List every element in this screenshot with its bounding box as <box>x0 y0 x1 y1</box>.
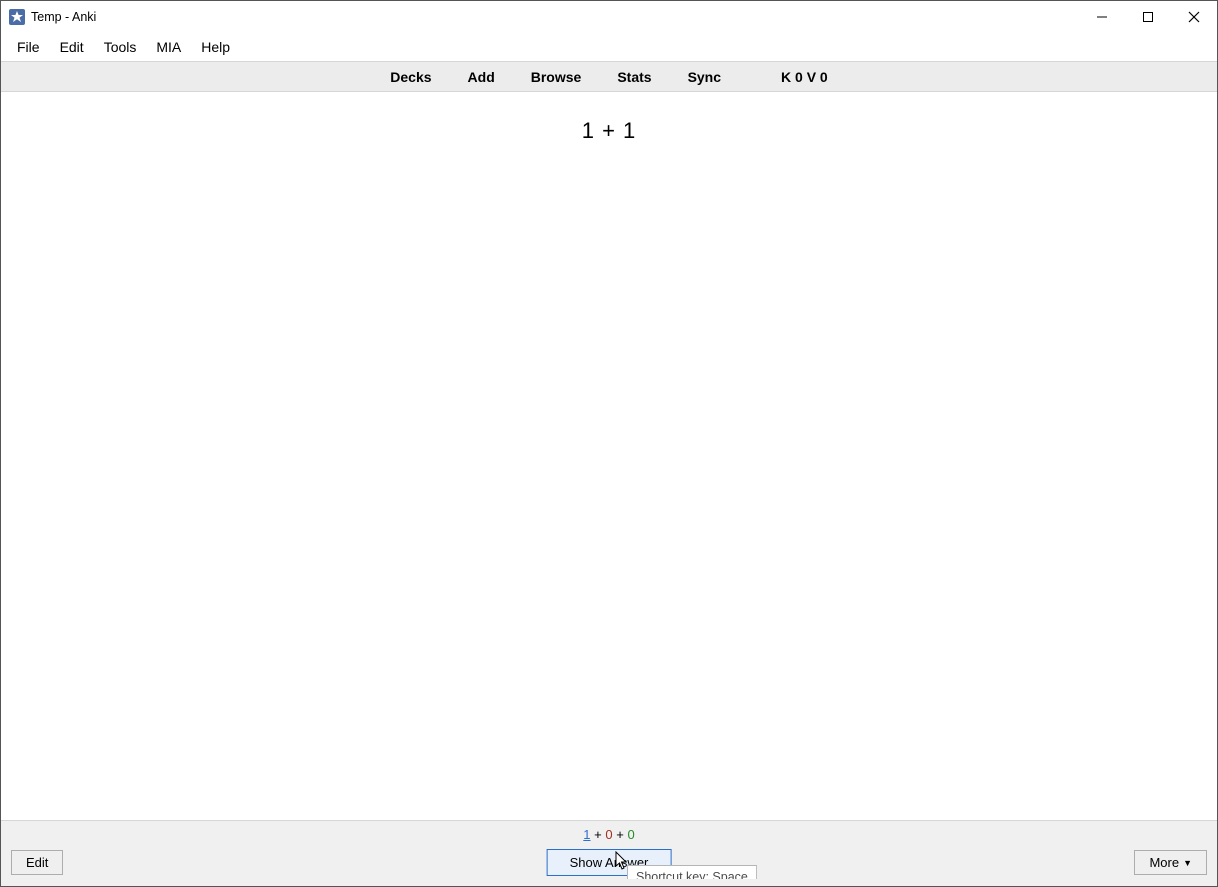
count-sep-2: + <box>616 827 624 842</box>
menubar: File Edit Tools MIA Help <box>1 33 1217 61</box>
menu-tools[interactable]: Tools <box>96 35 145 59</box>
more-button[interactable]: More ▼ <box>1134 850 1207 875</box>
count-new: 1 <box>583 827 590 842</box>
edit-button[interactable]: Edit <box>11 850 63 875</box>
bottom-panel: 1 + 0 + 0 Edit Show Answer More▼ <box>1 820 1217 886</box>
window-title: Temp - Anki <box>31 10 96 24</box>
close-button[interactable] <box>1171 1 1217 33</box>
app-icon <box>9 9 25 25</box>
toolbar-sync[interactable]: Sync <box>688 69 721 85</box>
menu-edit[interactable]: Edit <box>52 35 92 59</box>
count-review: 0 <box>627 827 634 842</box>
maximize-button[interactable] <box>1125 1 1171 33</box>
window-controls <box>1079 1 1217 33</box>
menu-file[interactable]: File <box>9 35 48 59</box>
toolbar-status: K 0 V 0 <box>781 69 828 85</box>
count-sep-1: + <box>594 827 602 842</box>
toolbar: Decks Add Browse Stats Sync K 0 V 0 <box>1 61 1217 92</box>
titlebar: Temp - Anki <box>1 1 1217 33</box>
menu-mia[interactable]: MIA <box>148 35 189 59</box>
menu-help[interactable]: Help <box>193 35 238 59</box>
card-counts: 1 + 0 + 0 <box>11 827 1207 842</box>
more-button-label: More <box>1149 855 1179 870</box>
toolbar-decks[interactable]: Decks <box>390 69 431 85</box>
chevron-down-icon: ▼ <box>1183 858 1192 868</box>
count-learn: 0 <box>605 827 612 842</box>
card-question: 1 + 1 <box>582 118 637 820</box>
toolbar-stats[interactable]: Stats <box>617 69 651 85</box>
minimize-button[interactable] <box>1079 1 1125 33</box>
card-area: 1 + 1 <box>1 92 1217 820</box>
toolbar-add[interactable]: Add <box>468 69 495 85</box>
toolbar-browse[interactable]: Browse <box>531 69 582 85</box>
